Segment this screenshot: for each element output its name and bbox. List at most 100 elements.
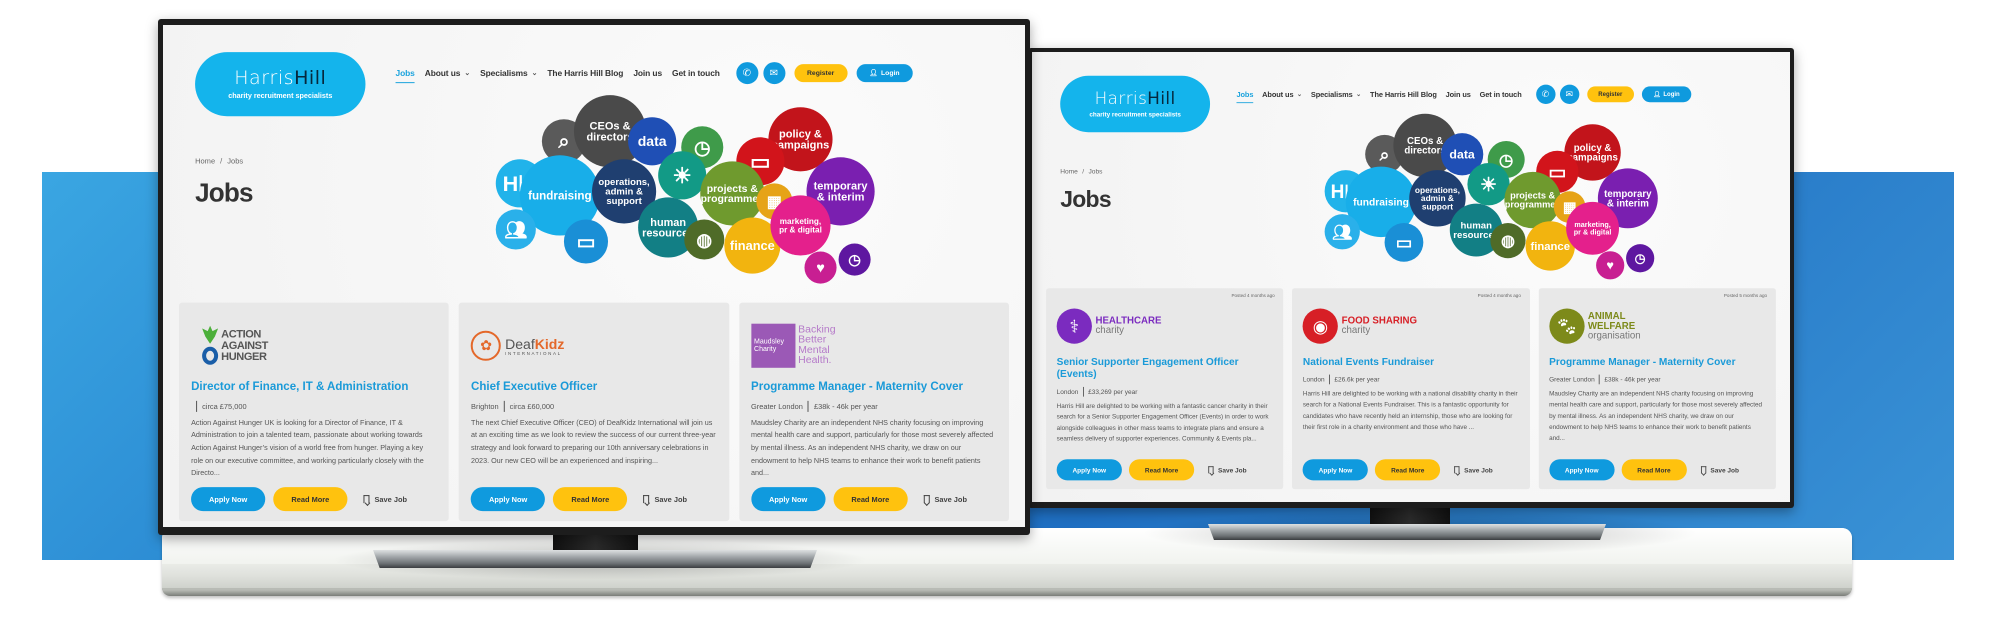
job-card: Posted 4 months ago ⚕ HEALTHCARE charity Sen… <box>1046 288 1284 490</box>
login-button[interactable]: 👤︎ Login <box>856 64 913 83</box>
search-icon: ⌕ <box>1379 144 1390 164</box>
login-button[interactable]: 👤︎ Login <box>1641 86 1692 103</box>
email-button[interactable]: ✉ <box>762 62 785 85</box>
bookmark-icon <box>1208 466 1214 474</box>
jobs-page: HarrisHill charity recruitment specialis… <box>163 25 1025 527</box>
bubble-label: projects & programmes <box>701 184 765 205</box>
maudsley-charity-logo: Maudsley Charity Backing Better Mental Health… <box>751 323 836 368</box>
bookmark-icon <box>923 495 930 504</box>
job-title-link[interactable]: Director of Finance, IT & Administration <box>191 381 437 395</box>
save-job-button[interactable]: Save Job <box>1700 466 1739 474</box>
job-location: Greater London <box>751 401 803 411</box>
plate-icon: ◉ <box>1302 308 1339 344</box>
posted-date: Posted 5 months ago <box>1723 293 1768 299</box>
breadcrumb: Home / Jobs <box>1060 167 1103 176</box>
save-job-button[interactable]: Save Job <box>643 495 687 504</box>
globe-icon: ◍ <box>696 230 712 250</box>
phone-button[interactable]: ✆ <box>735 62 758 85</box>
bubble-clock-icon: ◷ <box>838 243 871 276</box>
employer-logo: Maudsley Charity Backing Better Mental Health… <box>751 317 997 375</box>
chevron-down-icon: ⌄ <box>1296 91 1303 98</box>
job-description: Harris Hill are delighted to be working … <box>1056 401 1269 443</box>
bubble-projects[interactable]: projects & programmes <box>1504 171 1561 229</box>
paw-icon: 🐾︎ <box>1549 308 1585 344</box>
breadcrumb-home[interactable]: Home <box>1060 167 1078 175</box>
apply-now-button[interactable]: Apply Now <box>471 487 546 512</box>
job-actions: Apply Now Read More Save Job <box>751 487 967 512</box>
nav-the-harris-hill-blog[interactable]: The Harris Hill Blog <box>547 68 623 78</box>
heart-icon: ♥ <box>1606 259 1614 273</box>
nav-about-us[interactable]: About us ⌄ <box>1262 90 1302 99</box>
read-more-button[interactable]: Read More <box>1128 459 1195 481</box>
leaf-ring-icon <box>201 325 219 366</box>
bubble-label: fundraising <box>528 189 591 202</box>
bubble-marketing[interactable]: marketing, pr & digital <box>1566 201 1620 255</box>
apply-now-button[interactable]: Apply Now <box>191 487 266 512</box>
nav-the-harris-hill-blog[interactable]: The Harris Hill Blog <box>1370 90 1437 99</box>
register-button[interactable]: Register <box>1586 86 1634 103</box>
read-more-button[interactable]: Read More <box>273 487 348 512</box>
nav-about-us[interactable]: About us ⌄ <box>425 68 470 78</box>
bubble-label: temporary & interim <box>814 181 869 204</box>
job-title-link[interactable]: Senior Supporter Engagement Officer (Eve… <box>1057 357 1273 381</box>
save-job-button[interactable]: Save Job <box>363 495 407 504</box>
job-actions: Apply Now Read More Save Job <box>1549 459 1739 481</box>
bubble-marketing[interactable]: marketing, pr & digital <box>770 195 831 256</box>
specialisms-banner: ⌕ CEOs & directors data ◷ ☀ policy & campaigns ▭… <box>371 91 1012 291</box>
job-title-link[interactable]: Programme Manager - Maternity Cover <box>751 381 997 395</box>
nav-join-us[interactable]: Join us <box>633 68 662 78</box>
nav-jobs[interactable]: Jobs <box>395 68 415 84</box>
heart-icon: ♥ <box>816 261 825 277</box>
jobs-page: HarrisHill charity recruitment specialis… <box>1032 52 1790 502</box>
job-title-link[interactable]: Programme Manager - Maternity Cover <box>1549 357 1765 369</box>
bubble-heart-icon: ♥ <box>804 251 837 284</box>
globe-icon: ◍ <box>1501 233 1515 250</box>
nav-specialisms[interactable]: Specialisms ⌄ <box>480 68 537 78</box>
job-title-link[interactable]: National Events Fundraiser <box>1303 357 1519 369</box>
job-salary: £33,269 per year <box>1088 387 1138 396</box>
harris-hill-logo[interactable]: HarrisHill charity recruitment specialis… <box>195 52 366 117</box>
job-description: Action Against Hunger UK is looking for … <box>191 417 424 478</box>
harris-hill-logo[interactable]: HarrisHill charity recruitment specialis… <box>1060 75 1211 133</box>
apply-now-button[interactable]: Apply Now <box>1056 459 1122 481</box>
nav-get-in-touch[interactable]: Get in touch <box>1480 90 1522 99</box>
main-nav: Jobs About us ⌄ Specialisms ⌄ The Harris Hill… <box>1236 84 1692 105</box>
bubble-globe-icon: ◍ <box>1490 222 1526 259</box>
read-more-button[interactable]: Read More <box>553 487 628 512</box>
nav-join-us[interactable]: Join us <box>1446 90 1471 99</box>
chevron-down-icon: ⌄ <box>531 70 538 78</box>
save-job-button[interactable]: Save Job <box>1454 466 1493 474</box>
apply-now-button[interactable]: Apply Now <box>1302 459 1369 481</box>
read-more-button[interactable]: Read More <box>833 487 908 512</box>
register-button[interactable]: Register <box>793 64 848 83</box>
email-button[interactable]: ✉ <box>1559 84 1579 105</box>
nav-get-in-touch[interactable]: Get in touch <box>672 68 720 78</box>
page-title: Jobs <box>195 177 253 208</box>
chevron-down-icon: ⌄ <box>1356 91 1362 98</box>
bubble-lightbulb-icon: ☀ <box>1467 163 1510 206</box>
clock-icon: ◷ <box>1635 252 1646 266</box>
nav-specialisms[interactable]: Specialisms ⌄ <box>1311 90 1361 99</box>
bubble-label: marketing, pr & digital <box>1574 220 1612 236</box>
email-icon: ✉ <box>1565 89 1573 100</box>
nav-jobs[interactable]: Jobs <box>1236 90 1254 104</box>
bubble-label: temporary & interim <box>1604 189 1652 210</box>
meta-divider <box>1082 386 1084 397</box>
monitor-right: HarrisHill charity recruitment specialis… <box>1028 48 1794 508</box>
monitor-screen: HarrisHill charity recruitment specialis… <box>1032 52 1790 502</box>
people-icon: 👥︎ <box>1332 223 1352 241</box>
job-salary: £26.6k per year <box>1334 375 1380 384</box>
apply-now-button[interactable]: Apply Now <box>1549 459 1615 481</box>
save-job-button[interactable]: Save Job <box>923 495 967 504</box>
meta-divider <box>1329 374 1330 385</box>
save-job-button[interactable]: Save Job <box>1208 466 1247 474</box>
job-location: London <box>1056 387 1079 396</box>
bubble-heart-icon: ♥ <box>1596 251 1625 280</box>
apply-now-button[interactable]: Apply Now <box>751 487 826 512</box>
phone-button[interactable]: ✆ <box>1535 84 1556 105</box>
bubble-projects[interactable]: projects & programmes <box>700 161 765 226</box>
breadcrumb-home[interactable]: Home <box>195 156 215 165</box>
job-title-link[interactable]: Chief Executive Officer <box>471 381 717 395</box>
read-more-button[interactable]: Read More <box>1621 459 1687 481</box>
read-more-button[interactable]: Read More <box>1375 459 1441 481</box>
